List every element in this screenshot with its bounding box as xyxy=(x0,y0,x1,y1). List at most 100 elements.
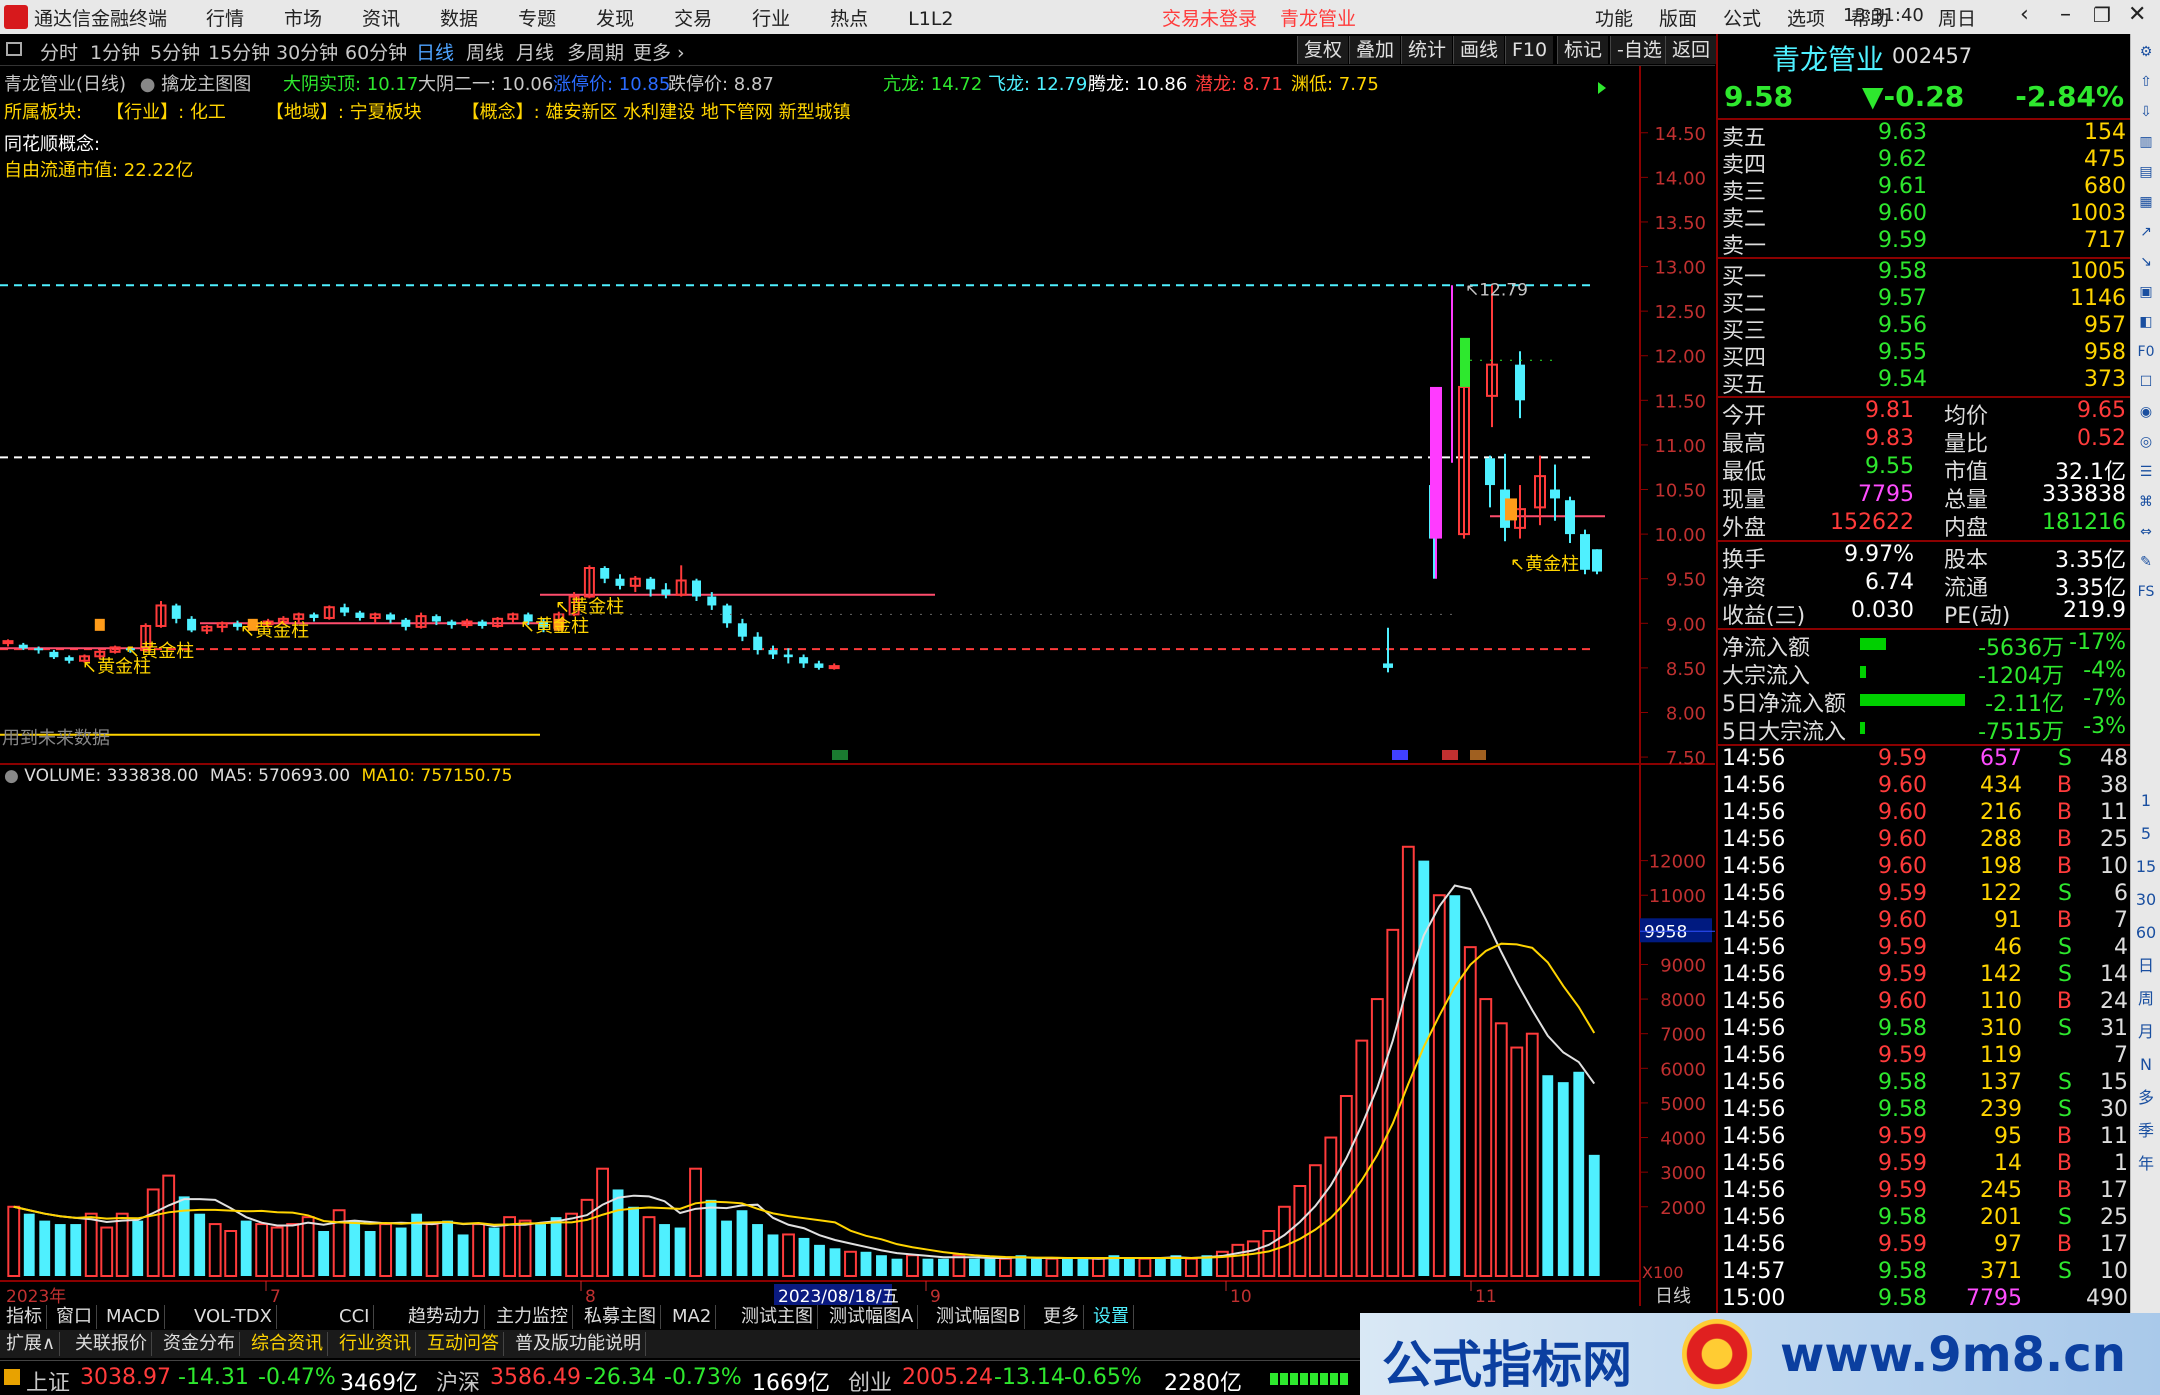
menu-item[interactable]: 数据 xyxy=(440,4,478,31)
toolbar-icon[interactable]: ☐ xyxy=(2134,370,2158,394)
sidebar-period[interactable]: 多 xyxy=(2134,1086,2158,1110)
login-status[interactable]: 交易未登录 xyxy=(1162,4,1257,31)
period-tab[interactable]: 5分钟 xyxy=(150,38,200,65)
toolbar-icon[interactable]: ↘ xyxy=(2134,250,2158,274)
period-tab[interactable]: 分时 xyxy=(40,38,78,65)
sidebar-period[interactable]: 30 xyxy=(2134,888,2158,912)
indicator-tab[interactable]: 更多 xyxy=(1039,1305,1084,1329)
period-tab[interactable]: 周线 xyxy=(466,38,504,65)
period-tab[interactable]: 更多 › xyxy=(633,38,685,65)
sidebar-period[interactable]: N xyxy=(2134,1053,2158,1077)
toolbar-icon[interactable]: ▦ xyxy=(2134,190,2158,214)
menu-item[interactable]: 行情 xyxy=(206,4,244,31)
indicator-tab[interactable]: 设置 xyxy=(1089,1305,1134,1329)
ext-tab[interactable]: 关联报价 xyxy=(71,1332,152,1356)
restore-icon[interactable]: ❐ xyxy=(2093,3,2111,27)
tool-button[interactable]: 返回 xyxy=(1665,36,1717,64)
ext-tab[interactable]: 资金分布 xyxy=(159,1332,240,1356)
sidebar-period[interactable]: 年 xyxy=(2134,1152,2158,1176)
dropdown-icon[interactable]: ● xyxy=(4,766,19,786)
menu-item[interactable]: 公式 xyxy=(1723,4,1761,31)
indicator-tab[interactable]: MACD xyxy=(102,1305,165,1329)
minimize-icon[interactable]: – xyxy=(2060,2,2071,27)
period-tab[interactable]: 1分钟 xyxy=(90,38,140,65)
ext-tab[interactable]: 行业资讯 xyxy=(335,1332,416,1356)
panel-toggle-icon[interactable] xyxy=(6,42,22,56)
indicator-tab[interactable]: 主力监控 xyxy=(492,1305,573,1329)
toolbar-icon[interactable]: ⇧ xyxy=(2134,70,2158,94)
toolbar-icon[interactable]: ◧ xyxy=(2134,310,2158,334)
candle-body xyxy=(386,614,395,620)
menu-item[interactable]: 市场 xyxy=(284,4,322,31)
menu-item[interactable]: 选项 xyxy=(1787,4,1825,31)
toolbar-icon[interactable]: ⌘ xyxy=(2134,490,2158,514)
kline-chart[interactable]: 14.50 14.00 13.50 13.00 12.50 12.00 11.50 11.00… xyxy=(0,66,1715,1306)
indicator-tab[interactable]: MA2 xyxy=(668,1305,717,1329)
indicator-tab[interactable]: 私募主图 xyxy=(580,1305,661,1329)
toolbar-icon[interactable]: ⚙ xyxy=(2134,40,2158,64)
toolbar-icon[interactable]: ✎ xyxy=(2134,550,2158,574)
sidebar-period[interactable]: 日 xyxy=(2134,954,2158,978)
indicator-tab[interactable]: 指标 xyxy=(2,1305,47,1329)
sidebar-period[interactable]: 15 xyxy=(2134,855,2158,879)
toolbar-icon[interactable]: ▣ xyxy=(2134,280,2158,304)
toolbar-icon[interactable]: ↗ xyxy=(2134,220,2158,244)
sidebar-period[interactable]: 60 xyxy=(2134,921,2158,945)
toolbar-icon[interactable]: F0 xyxy=(2134,340,2158,364)
toolbar-icon[interactable]: ▥ xyxy=(2134,130,2158,154)
tool-button[interactable]: 复权 xyxy=(1297,36,1349,64)
period-tab[interactable]: 30分钟 xyxy=(276,38,338,65)
toolbar-icon[interactable]: ☰ xyxy=(2134,460,2158,484)
hs-label[interactable]: 沪深 xyxy=(436,1365,480,1395)
tool-button[interactable]: -自选 xyxy=(1610,36,1668,64)
toolbar-icon[interactable]: ⇔ xyxy=(2134,520,2158,544)
period-tab[interactable]: 多周期 xyxy=(567,38,624,65)
tool-button[interactable]: 标记 xyxy=(1557,36,1609,64)
indicator-tab[interactable]: 测试主图 xyxy=(737,1305,818,1329)
ext-tab[interactable]: 互动问答 xyxy=(423,1332,504,1356)
menu-item[interactable]: 发现 xyxy=(596,4,634,31)
period-tab[interactable]: 月线 xyxy=(516,38,554,65)
indicator-tab[interactable]: VOL-TDX xyxy=(190,1305,277,1329)
toolbar-icon[interactable]: FS xyxy=(2134,580,2158,604)
menu-item[interactable]: 行业 xyxy=(752,4,790,31)
tick-row: 14:56 9.59 14 B 1 xyxy=(1722,1151,2128,1176)
indicator-tab[interactable]: 窗口 xyxy=(52,1305,97,1329)
tool-button[interactable]: 统计 xyxy=(1401,36,1453,64)
menu-item[interactable]: 资讯 xyxy=(362,4,400,31)
menu-item[interactable]: 功能 xyxy=(1595,4,1633,31)
menu-item[interactable]: 交易 xyxy=(674,4,712,31)
menu-item[interactable]: 热点 xyxy=(830,4,868,31)
indicator-tab[interactable]: 趋势动力 xyxy=(404,1305,485,1329)
sh-label[interactable]: 上证 xyxy=(26,1365,70,1395)
indicator-tab[interactable]: 测试幅图B xyxy=(932,1305,1026,1329)
ext-tab[interactable]: 普及版功能说明 xyxy=(511,1332,646,1356)
formula-select[interactable]: ● 擒龙主图图 xyxy=(140,74,251,95)
sidebar-period[interactable]: 5 xyxy=(2134,822,2158,846)
toolbar-icon[interactable]: ◎ xyxy=(2134,430,2158,454)
close-icon[interactable]: ✕ xyxy=(2128,2,2146,27)
toolbar-icon[interactable]: ◉ xyxy=(2134,400,2158,424)
toolbar-icon[interactable]: ⇩ xyxy=(2134,100,2158,124)
sidebar-period[interactable]: 1 xyxy=(2134,789,2158,813)
toolbar-icon[interactable]: ▤ xyxy=(2134,160,2158,184)
period-tab[interactable]: 日线 xyxy=(416,38,454,65)
tool-button[interactable]: F10 xyxy=(1505,36,1554,64)
sidebar-period[interactable]: 月 xyxy=(2134,1020,2158,1044)
sidebar-period[interactable]: 季 xyxy=(2134,1119,2158,1143)
menu-item[interactable]: L1L2 xyxy=(908,8,953,30)
indicator-tab[interactable]: 测试幅图A xyxy=(825,1305,919,1329)
cy-label[interactable]: 创业 xyxy=(848,1365,892,1395)
ext-tab[interactable]: 扩展∧ xyxy=(2,1332,61,1356)
period-tab[interactable]: 60分钟 xyxy=(345,38,407,65)
menu-item[interactable]: 版面 xyxy=(1659,4,1697,31)
back-icon[interactable]: ‹ xyxy=(2020,2,2029,27)
sidebar-period[interactable]: 周 xyxy=(2134,987,2158,1011)
tool-button[interactable]: 叠加 xyxy=(1349,36,1401,64)
volume-bar xyxy=(54,1224,66,1276)
ext-tab[interactable]: 综合资讯 xyxy=(247,1332,328,1356)
tool-button[interactable]: 画线 xyxy=(1453,36,1505,64)
menu-item[interactable]: 专题 xyxy=(518,4,556,31)
period-tab[interactable]: 15分钟 xyxy=(208,38,270,65)
indicator-tab[interactable]: CCI xyxy=(335,1305,375,1329)
